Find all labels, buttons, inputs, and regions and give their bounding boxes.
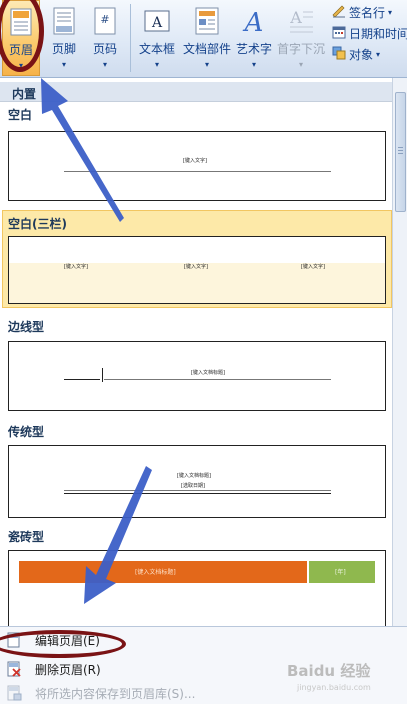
chevron-down-icon: ▾: [251, 60, 256, 69]
gallery-item-label: 传统型: [8, 425, 45, 439]
chevron-down-icon: ▾: [298, 60, 303, 69]
thumb-placeholder-text: [键入文档标题]: [135, 569, 176, 576]
remove-header-icon: [6, 661, 22, 677]
chevron-down-icon: ▾: [388, 7, 393, 17]
object-label: 对象: [349, 47, 374, 62]
gallery-item-label: 空白(三栏): [8, 217, 67, 231]
ribbon-separator: [130, 4, 131, 72]
thumb-rule: [64, 171, 331, 172]
svg-text:Baidu 经验: Baidu 经验: [287, 662, 371, 680]
save-selection-label: 将所选内容保存到页眉库(S)...: [35, 686, 196, 701]
thumb-placeholder-text: [键入文字]: [183, 158, 207, 164]
baidu-watermark: Baidu 经验 jingyan.baidu.com: [285, 654, 403, 694]
quickparts-icon: [192, 6, 222, 36]
textbox-icon: A: [142, 6, 172, 36]
gallery-section-header: 内置: [0, 82, 392, 102]
thumb-page-top: [9, 237, 385, 263]
dropcap-button[interactable]: A 首字下沉 ▾: [276, 0, 326, 76]
section-header-label: 内置: [12, 87, 37, 101]
svg-text:A: A: [151, 15, 163, 31]
thumb-rule: [64, 490, 331, 491]
gallery-item-label: 空白: [8, 108, 33, 122]
gallery-scrollbar[interactable]: [392, 78, 407, 626]
footer-icon: [49, 6, 79, 36]
thumb-placeholder-text: [键入文字]: [64, 264, 88, 270]
thumb-placeholder-text: [键入文档标题]: [177, 473, 211, 479]
gallery-item-tiles[interactable]: [键入文档标题] [年]: [8, 550, 386, 626]
thumb-placeholder-text: [键入文档标题]: [191, 370, 225, 376]
page-number-button-label: 页码: [92, 42, 117, 56]
textbox-button-label: 文本框: [138, 42, 175, 56]
page-number-icon: #: [90, 6, 120, 36]
thumb-rule: [64, 493, 331, 494]
textbox-button[interactable]: A 文本框 ▾: [136, 0, 178, 76]
ribbon: 页眉 ▾ 页脚 ▾ # 页码 ▾ A 文本框 ▾ 文档部件 ▾ A 艺术字 ▾ …: [0, 0, 407, 78]
header-gallery: 内置 空白 [键入文字] 空白(三栏) [键入文字] [键入文字] [键入文字]…: [0, 78, 407, 626]
svg-text:A: A: [243, 8, 264, 35]
chevron-down-icon: ▾: [154, 60, 159, 69]
remove-header-label: 删除页眉(R): [35, 662, 101, 677]
wordart-button[interactable]: A 艺术字 ▾: [234, 0, 274, 76]
thumb-rule-right: [104, 379, 331, 380]
gallery-item-label: 边线型: [8, 320, 45, 334]
svg-text:#: #: [100, 13, 109, 26]
thumb-date-placeholder: [选取日期]: [181, 483, 205, 489]
thumb-placeholder-text: [键入文字]: [184, 264, 208, 270]
gallery-item-label: 瓷砖型: [8, 530, 45, 544]
signature-line-button[interactable]: 签名行 ▾: [332, 2, 392, 22]
date-time-button[interactable]: 日期和时间: [332, 23, 407, 43]
gallery-item-blank[interactable]: [键入文字]: [8, 131, 386, 201]
svg-text:A: A: [289, 8, 302, 27]
gallery-item-sideline[interactable]: [键入文档标题]: [8, 341, 386, 411]
thumb-vertical-rule: [102, 368, 103, 382]
grip-line: [398, 153, 403, 154]
page-number-button[interactable]: # 页码 ▾: [86, 0, 124, 76]
grip-line: [398, 150, 403, 151]
chevron-down-icon: ▾: [204, 60, 209, 69]
chevron-down-icon: ▾: [61, 60, 66, 69]
footer-button-label: 页脚: [51, 42, 76, 56]
thumb-year-placeholder: [年]: [335, 569, 346, 576]
gallery-item-traditional[interactable]: [键入文档标题] [选取日期]: [8, 445, 386, 518]
quickparts-button[interactable]: 文档部件 ▾: [180, 0, 234, 76]
svg-text:jingyan.baidu.com: jingyan.baidu.com: [296, 683, 371, 692]
object-icon: [332, 46, 346, 63]
dropcap-button-label: 首字下沉: [276, 42, 325, 56]
signature-line-label: 签名行: [349, 5, 386, 20]
calendar-icon: [332, 25, 346, 42]
footer-button[interactable]: 页脚 ▾: [45, 0, 83, 76]
wordart-button-label: 艺术字: [235, 42, 272, 56]
chevron-down-icon: ▾: [102, 60, 107, 69]
save-to-gallery-icon: [6, 685, 22, 701]
baidu-logo-icon: Baidu 经验 jingyan.baidu.com: [287, 662, 371, 692]
signature-icon: [332, 4, 346, 21]
gallery-item-blank-three-column[interactable]: [键入文字] [键入文字] [键入文字]: [8, 236, 386, 304]
chevron-down-icon: ▾: [376, 49, 381, 59]
grip-line: [398, 147, 403, 148]
date-time-label: 日期和时间: [349, 26, 407, 41]
object-button[interactable]: 对象 ▾: [332, 44, 380, 64]
dropcap-icon: A: [286, 6, 316, 36]
wordart-icon: A: [239, 6, 269, 36]
scrollbar-thumb[interactable]: [395, 92, 406, 212]
thumb-placeholder-text: [键入文字]: [301, 264, 325, 270]
quickparts-button-label: 文档部件: [182, 42, 231, 56]
thumb-rule-left: [64, 379, 100, 380]
